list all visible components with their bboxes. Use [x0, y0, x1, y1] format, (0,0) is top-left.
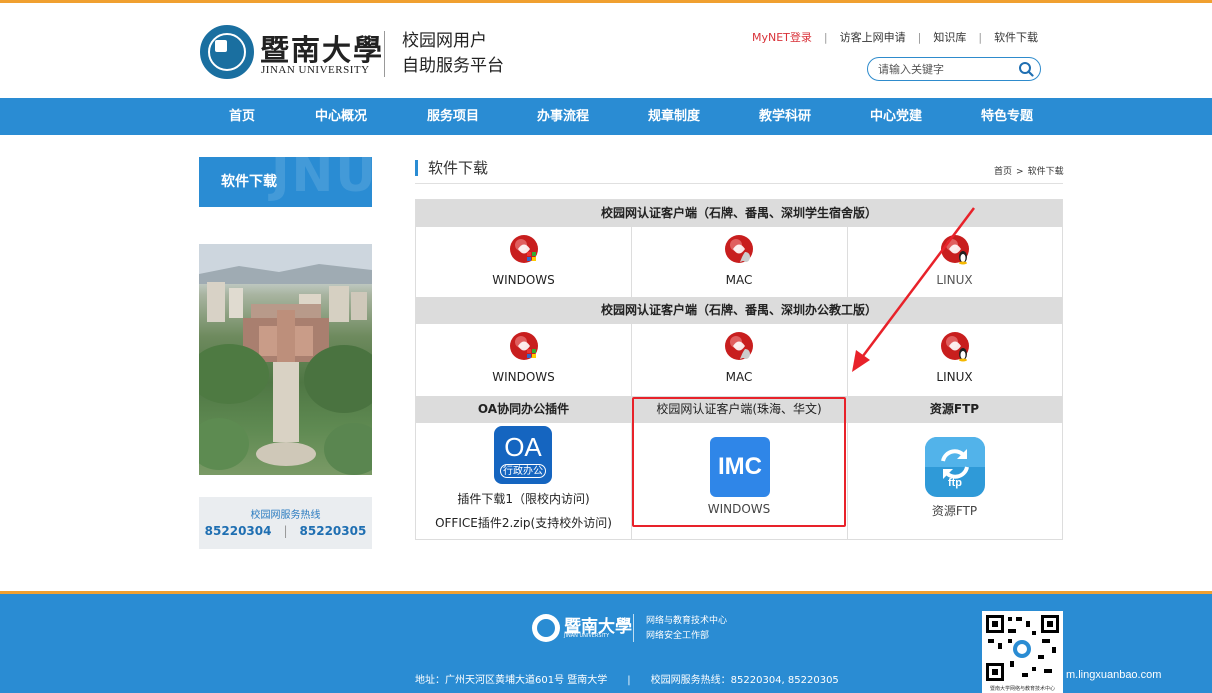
- nav-about[interactable]: 中心概况: [296, 98, 386, 135]
- windows-client-icon: [509, 235, 538, 263]
- wechat-qr-code: 暨南大学网络与教育技术中心: [982, 611, 1063, 693]
- footer-dept-2: 网络安全工作部: [646, 631, 710, 641]
- footer-logo-english: JINAN UNIVERSITY: [564, 633, 610, 639]
- mynet-login-link[interactable]: MyNET登录: [752, 29, 812, 45]
- ftp-header: 资源FTP: [847, 396, 1062, 423]
- guest-access-link[interactable]: 访客上网申请: [840, 29, 906, 45]
- breadcrumb-separator: >: [1016, 167, 1024, 177]
- oa-plugin-download-1-link[interactable]: 插件下载1（限校内访问): [416, 490, 631, 507]
- search-box: [867, 57, 1041, 81]
- nav-regulations[interactable]: 规章制度: [629, 98, 719, 135]
- footer-dept-1: 网络与教育技术中心: [646, 616, 728, 626]
- student-windows-cell[interactable]: WINDOWS: [416, 227, 631, 297]
- logo-divider: [384, 31, 385, 77]
- logo-chinese-name: 暨南大學: [260, 33, 385, 67]
- footer-logo-divider: [633, 614, 634, 642]
- ftp-icon[interactable]: ftp: [925, 437, 985, 497]
- software-download-link[interactable]: 软件下载: [994, 29, 1038, 45]
- platform-title-line1: 校园网用户: [402, 31, 487, 51]
- main-nav: 首页 中心概况 服务项目 办事流程 规章制度 教学科研 中心党建 特色专题: [0, 98, 1212, 135]
- sidebar-title[interactable]: 软件下载 JNU: [199, 157, 372, 207]
- annotation-arrow: [852, 207, 975, 372]
- hotline-box: 校园网服务热线 85220304 | 85220305: [199, 497, 372, 549]
- search-input[interactable]: [878, 61, 1008, 77]
- qr-caption: 暨南大学网络与教育技术中心: [989, 686, 1055, 692]
- breadcrumb-home[interactable]: 首页: [994, 167, 1012, 177]
- site-watermark: m.lingxuanbao.com: [1066, 669, 1162, 681]
- grid-divider: [631, 227, 632, 297]
- campus-photo: [199, 244, 372, 475]
- platform-title-line2: 自助服务平台: [402, 56, 504, 76]
- top-links: MyNET登录 | 访客上网申请 | 知识库 | 软件下载: [752, 29, 1039, 45]
- staff-mac-label: MAC: [725, 370, 753, 384]
- hotline-number-1: 85220304: [204, 524, 272, 538]
- hotline-numbers: 85220304 | 85220305: [204, 524, 367, 538]
- ftp-label[interactable]: 资源FTP: [847, 502, 1062, 519]
- page-title: 软件下载: [428, 159, 489, 177]
- breadcrumb: 首页 > 软件下载: [994, 164, 1064, 177]
- sidebar-title-watermark: JNU: [270, 157, 372, 203]
- hotline-title: 校园网服务热线: [250, 510, 321, 521]
- annotation-highlight-box: [632, 397, 846, 527]
- knowledge-base-link[interactable]: 知识库: [933, 29, 966, 45]
- title-underline: [415, 183, 1063, 184]
- footer-contact: 地址：广州天河区黄埔大道601号 暨南大学 | 校园网服务热线：85220304, …: [415, 671, 839, 686]
- university-emblem-icon: [200, 25, 254, 79]
- logo-english-name: JINAN UNIVERSITY: [261, 64, 370, 76]
- platform-title: 校园网用户 自助服务平台: [402, 29, 504, 79]
- staff-mac-cell[interactable]: MAC: [631, 324, 847, 396]
- oa-office-icon[interactable]: OA 行政办公: [494, 426, 552, 484]
- student-mac-cell[interactable]: MAC: [631, 227, 847, 297]
- oa-plugin-download-2-link[interactable]: OFFICE插件2.zip(支持校外访问): [416, 514, 631, 531]
- oa-plugin-header: OA协同办公插件: [416, 396, 631, 423]
- nav-home[interactable]: 首页: [197, 98, 287, 135]
- main-title-marker: [415, 160, 418, 176]
- footer-departments: 网络与教育技术中心 网络安全工作部: [646, 614, 727, 644]
- footer-address: 地址：广州天河区黄埔大道601号 暨南大学: [415, 675, 608, 686]
- student-windows-label: WINDOWS: [492, 273, 555, 287]
- hotline-number-2: 85220305: [299, 524, 367, 538]
- search-icon[interactable]: [1018, 61, 1034, 77]
- mac-client-icon: [725, 332, 753, 360]
- footer-separator: |: [627, 675, 631, 686]
- nav-special[interactable]: 特色专题: [962, 98, 1052, 135]
- nav-procedures[interactable]: 办事流程: [518, 98, 608, 135]
- footer-emblem-icon: [532, 614, 560, 642]
- university-logo[interactable]: 暨南大學 JINAN UNIVERSITY: [200, 25, 382, 81]
- student-mac-label: MAC: [725, 273, 753, 287]
- windows-client-icon: [509, 332, 538, 360]
- mac-client-icon: [725, 235, 753, 263]
- breadcrumb-current: 软件下载: [1027, 167, 1064, 177]
- nav-research[interactable]: 教学科研: [740, 98, 830, 135]
- staff-windows-label: WINDOWS: [492, 370, 555, 384]
- nav-services[interactable]: 服务项目: [408, 98, 498, 135]
- header: 暨南大學 JINAN UNIVERSITY 校园网用户 自助服务平台 MyNET…: [0, 3, 1212, 98]
- nav-party[interactable]: 中心党建: [851, 98, 941, 135]
- sidebar-title-label: 软件下载: [221, 174, 277, 190]
- footer-hotline: 校园网服务热线：85220304, 85220305: [650, 675, 839, 686]
- staff-windows-cell[interactable]: WINDOWS: [416, 324, 631, 396]
